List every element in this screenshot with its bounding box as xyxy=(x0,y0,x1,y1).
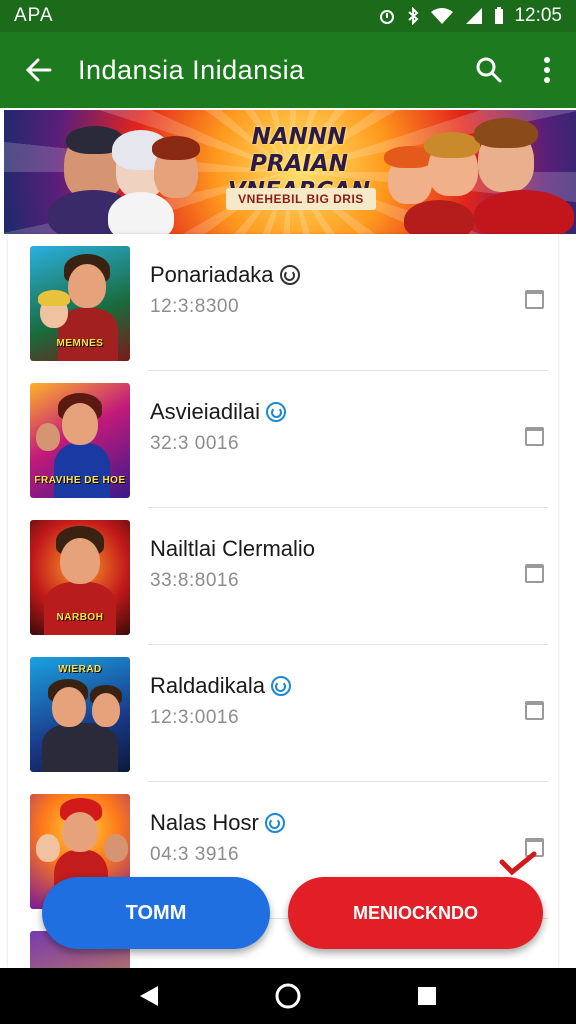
banner-character xyxy=(404,200,474,234)
wifi-icon xyxy=(431,8,454,24)
list-item-title-row: Ponariadaka xyxy=(150,262,300,288)
list-item[interactable]: NARBOH Nailtlai Clermalio 33:8:8016 xyxy=(8,508,558,645)
search-icon xyxy=(476,57,502,83)
list-item-title-row: Nalas Hosr xyxy=(150,810,285,836)
nav-home-button[interactable] xyxy=(258,968,318,1024)
back-triangle-icon xyxy=(140,986,159,1006)
list-item-subtitle: 12:3:0016 xyxy=(150,707,240,728)
page-title: Indansia Inidansia xyxy=(78,54,305,85)
left-action-button[interactable]: TOMM xyxy=(42,877,270,949)
verified-icon xyxy=(279,265,300,285)
bluetooth-icon xyxy=(408,7,419,25)
nav-recents-button[interactable] xyxy=(397,968,457,1024)
app-thumbnail: MEMNES xyxy=(30,246,130,361)
more-vert-icon xyxy=(544,57,550,83)
list-item-title-row: Nailtlai Clermalio xyxy=(150,536,315,562)
status-left-text: APA xyxy=(14,5,54,26)
signal-icon xyxy=(466,8,483,24)
list-item-subtitle: 32:3 0016 xyxy=(150,433,240,454)
nav-back-button[interactable] xyxy=(119,968,179,1024)
banner-character xyxy=(108,192,174,234)
overflow-menu-button[interactable] xyxy=(518,32,576,108)
banner-character xyxy=(424,132,480,158)
thumbnail-label: FRAVIHE DE HOE xyxy=(34,475,126,486)
search-button[interactable] xyxy=(460,32,518,108)
app-bar: Indansia Inidansia xyxy=(0,32,576,108)
banner-character xyxy=(152,136,200,160)
list-item-title: Raldadikala xyxy=(150,673,265,698)
status-time: 12:05 xyxy=(514,5,562,26)
list-item-title: Ponariadaka xyxy=(150,262,274,287)
list-item[interactable]: MEMNES Ponariadaka 12:3:8300 xyxy=(8,234,558,371)
item-action-icon[interactable] xyxy=(525,427,544,446)
item-action-icon[interactable] xyxy=(525,290,544,309)
app-thumbnail: NARBOH xyxy=(30,520,130,635)
thumbnail-label: NARBOH xyxy=(56,612,104,623)
list-item-title: Nalas Hosr xyxy=(150,810,259,835)
list-card: MEMNES Ponariadaka 12:3:8300 FRAVIHE DE … xyxy=(8,234,558,968)
list-item-title-row: Raldadikala xyxy=(150,673,291,699)
right-action-button[interactable]: MENIOCKNDO xyxy=(288,877,543,949)
item-action-icon[interactable] xyxy=(525,701,544,720)
battery-icon xyxy=(495,7,504,24)
list-item[interactable]: FRAVIHE DE HOE Asvieiadilai 32:3 0016 xyxy=(8,371,558,508)
list-item-subtitle: 33:8:8016 xyxy=(150,570,240,591)
list-item[interactable]: WIERAD Raldadikala 12:3:0016 xyxy=(8,645,558,782)
promo-banner[interactable]: NANNN PRAIAN VNEARCAN VNEHEBIL BIG DRIS xyxy=(4,110,576,234)
verified-icon xyxy=(266,402,287,422)
thumbnail-label: WIERAD xyxy=(58,664,102,675)
app-list: MEMNES Ponariadaka 12:3:8300 FRAVIHE DE … xyxy=(4,234,558,968)
status-icons: 12:05 xyxy=(378,5,562,27)
list-item-title: Asvieiadilai xyxy=(150,399,261,424)
home-circle-icon xyxy=(275,983,301,1009)
list-item-title-row: Asvieiadilai xyxy=(150,399,287,425)
verified-icon xyxy=(264,813,285,833)
thumbnail-label: MEMNES xyxy=(56,338,104,349)
list-item-subtitle: 04:3 3916 xyxy=(150,844,240,865)
status-bar: APA 12:05 xyxy=(0,0,576,32)
alarm-icon xyxy=(380,10,395,24)
banner-subtitle: VNEHEBIL BIG DRIS xyxy=(226,188,376,210)
arrow-left-icon xyxy=(25,58,52,82)
back-button[interactable] xyxy=(0,32,78,108)
check-icon xyxy=(499,851,537,876)
verified-icon xyxy=(270,676,291,696)
list-item-title: Nailtlai Clermalio xyxy=(150,536,316,561)
banner-character xyxy=(474,118,538,148)
recents-square-icon xyxy=(417,987,436,1005)
app-thumbnail: WIERAD xyxy=(30,657,130,772)
app-thumbnail: FRAVIHE DE HOE xyxy=(30,383,130,498)
list-item-subtitle: 12:3:8300 xyxy=(150,296,240,317)
item-action-icon[interactable] xyxy=(525,564,544,583)
system-nav-bar xyxy=(0,968,576,1024)
banner-character xyxy=(474,190,574,234)
